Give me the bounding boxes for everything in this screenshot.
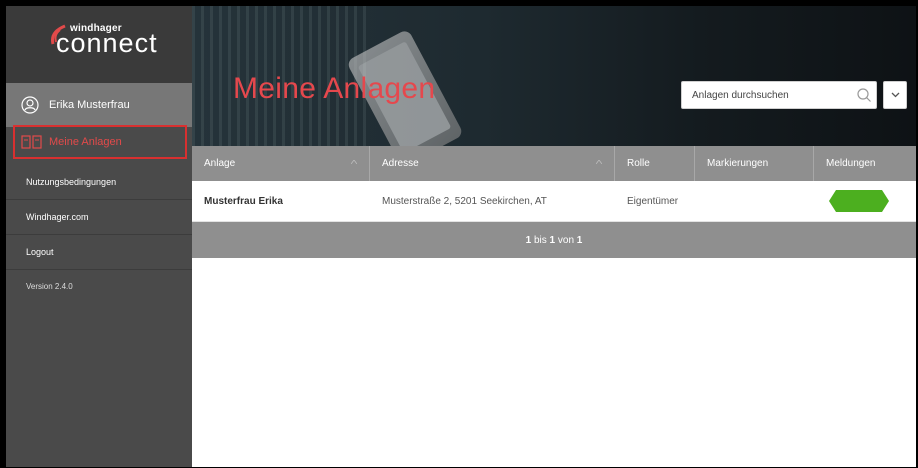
cell-rolle: Eigentümer — [615, 181, 695, 221]
search-input[interactable] — [682, 82, 862, 108]
sidebar-item-label: Logout — [26, 247, 54, 257]
sidebar-item-label: Meine Anlagen — [49, 136, 122, 148]
filter-dropdown-button[interactable] — [883, 81, 907, 109]
table-header: Anlage Adresse Rolle Markierungen Meldun… — [192, 146, 916, 181]
pager-to: 1 — [549, 234, 556, 246]
column-label: Markierungen — [707, 158, 769, 169]
sort-asc-icon — [596, 160, 602, 164]
sidebar: windhager connect Erika Musterfrau Meine… — [6, 6, 192, 467]
pager-bis: bis — [533, 234, 547, 246]
cell-anlage: Musterfrau Erika — [192, 181, 370, 221]
cell-text: Eigentümer — [627, 195, 679, 207]
app-window: windhager connect Erika Musterfrau Meine… — [6, 6, 916, 467]
user-icon — [21, 96, 39, 114]
pagination-info: 1 bis 1 von 1 — [192, 222, 916, 258]
sidebar-item-meine-anlagen[interactable]: Meine Anlagen — [13, 125, 187, 159]
column-label: Rolle — [627, 158, 650, 169]
column-header-anlage[interactable]: Anlage — [192, 146, 370, 181]
search-box[interactable] — [681, 81, 877, 109]
column-header-adresse[interactable]: Adresse — [370, 146, 615, 181]
user-profile[interactable]: Erika Musterfrau — [6, 83, 192, 127]
brand-logo[interactable]: windhager connect — [6, 6, 192, 83]
pager-von: von — [557, 234, 575, 246]
sidebar-item-label: Nutzungsbedingungen — [26, 177, 117, 187]
version-label: Version 2.4.0 — [26, 282, 73, 291]
column-header-meldungen[interactable]: Meldungen — [814, 146, 916, 181]
chevron-down-icon — [891, 92, 900, 98]
sidebar-item-nutzungsbedingungen[interactable]: Nutzungsbedingungen — [6, 165, 192, 200]
sort-asc-icon — [351, 160, 357, 164]
header-banner: Meine Anlagen — [192, 6, 916, 146]
cell-text: Musterstraße 2, 5201 Seekirchen, AT — [382, 195, 547, 207]
cell-markierungen — [695, 181, 814, 221]
column-header-markierungen[interactable]: Markierungen — [695, 146, 814, 181]
column-header-rolle[interactable]: Rolle — [615, 146, 695, 181]
column-label: Anlage — [204, 158, 236, 169]
table-row[interactable]: Musterfrau Erika Musterstraße 2, 5201 Se… — [192, 181, 916, 222]
pager-from: 1 — [525, 234, 532, 246]
page-title: Meine Anlagen — [233, 72, 436, 105]
column-label: Meldungen — [826, 158, 876, 169]
pager-total: 1 — [576, 234, 583, 246]
cell-text: Musterfrau Erika — [204, 195, 283, 207]
installations-icon — [21, 135, 42, 149]
sidebar-item-label: Windhager.com — [26, 212, 89, 222]
search-icon[interactable] — [856, 87, 872, 103]
column-label: Adresse — [382, 158, 419, 169]
user-name: Erika Musterfrau — [49, 99, 130, 111]
sidebar-item-logout[interactable]: Logout — [6, 235, 192, 270]
sidebar-item-windhager-com[interactable]: Windhager.com — [6, 200, 192, 235]
status-ok-badge[interactable] — [828, 189, 890, 213]
brand-name-big: connect — [56, 28, 158, 58]
cell-meldungen — [814, 181, 916, 221]
cell-adresse: Musterstraße 2, 5201 Seekirchen, AT — [370, 181, 615, 221]
